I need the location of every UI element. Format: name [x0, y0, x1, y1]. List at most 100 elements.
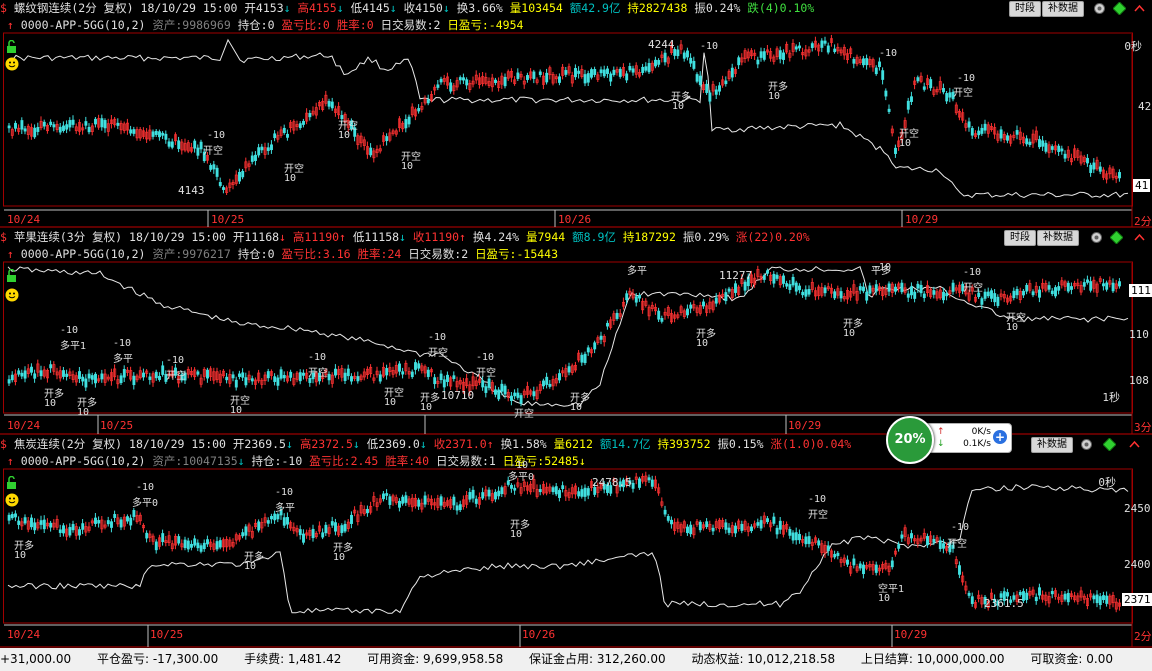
candle	[113, 364, 117, 381]
candle	[1015, 125, 1019, 140]
settings-icon[interactable]	[1090, 231, 1103, 244]
green-diamond-icon[interactable]	[1110, 231, 1123, 244]
candle	[660, 497, 664, 508]
candle	[1047, 591, 1051, 608]
candle	[238, 370, 241, 380]
candle	[193, 535, 197, 548]
win-rate: 胜率:0	[336, 18, 374, 32]
candle	[542, 378, 545, 390]
candle	[1095, 156, 1099, 171]
collapse-icon[interactable]	[1128, 438, 1141, 451]
dollar-icon[interactable]: $	[0, 230, 7, 244]
candle	[974, 600, 977, 610]
candle	[503, 73, 507, 89]
trade-signal-label: 10	[672, 101, 685, 112]
candle	[420, 102, 424, 113]
candle	[1089, 162, 1093, 177]
candle	[190, 540, 193, 551]
candle	[967, 117, 971, 132]
arrow-down-icon: ↓	[283, 1, 291, 15]
candle	[753, 520, 757, 530]
candle	[423, 95, 427, 106]
candle	[135, 373, 139, 383]
lock-icon[interactable]	[5, 40, 18, 53]
candle	[49, 119, 53, 127]
dollar-icon[interactable]: $	[0, 437, 7, 451]
trade-signal-label: -10	[113, 338, 132, 349]
candle	[778, 46, 782, 64]
candle	[647, 474, 651, 483]
dollar-icon[interactable]: $	[0, 1, 7, 15]
candle	[513, 389, 517, 400]
candle	[90, 123, 94, 136]
candle	[823, 285, 827, 297]
period-button[interactable]: 时段	[1004, 230, 1036, 246]
candle	[686, 524, 689, 536]
candle	[1060, 145, 1064, 155]
candle	[996, 294, 1000, 308]
candle	[762, 512, 766, 528]
candle	[945, 91, 949, 104]
candle	[772, 270, 776, 288]
up-arrow-icon: ↑	[0, 18, 14, 32]
candle	[282, 124, 286, 135]
candle	[782, 520, 785, 538]
candle	[676, 518, 680, 533]
candle	[1028, 138, 1032, 148]
candle	[958, 108, 961, 121]
candle	[1108, 164, 1112, 179]
candle	[430, 367, 433, 377]
refill-data-button[interactable]: 补数据	[1037, 230, 1079, 246]
candle	[839, 287, 843, 302]
collapse-icon[interactable]	[1133, 2, 1146, 15]
date-tick: 10/29	[905, 213, 939, 226]
candle	[858, 56, 862, 65]
candle	[228, 369, 232, 388]
candle	[145, 128, 149, 143]
high-mark: 4244	[648, 38, 675, 51]
trade-signal-label: -10	[207, 130, 226, 141]
green-diamond-icon[interactable]	[1113, 2, 1126, 15]
candle	[362, 136, 366, 151]
candle	[622, 63, 625, 78]
candle	[260, 518, 264, 533]
refill-data-button[interactable]: 补数据	[1042, 1, 1084, 17]
candle	[394, 494, 398, 505]
candle	[1102, 278, 1105, 291]
candle	[190, 367, 193, 378]
memory-usage-circle[interactable]: 20%	[886, 416, 934, 464]
candle	[30, 123, 33, 140]
lock-icon[interactable]	[5, 269, 18, 282]
candle	[714, 85, 718, 99]
candle	[1108, 276, 1112, 288]
change: 涨(22)0.20%	[735, 230, 810, 244]
candle	[852, 57, 856, 69]
amount: 额14.7亿	[599, 437, 651, 451]
candle	[202, 539, 206, 552]
candle	[433, 374, 437, 389]
last-price-tag: 111	[1129, 284, 1152, 297]
candle	[23, 126, 27, 135]
candle	[378, 144, 382, 154]
candle	[362, 368, 366, 381]
candle	[209, 539, 213, 551]
arrow-down-icon: ↓	[399, 230, 406, 244]
candle	[910, 529, 913, 543]
settings-icon[interactable]	[1093, 2, 1106, 15]
candle	[906, 534, 910, 546]
lock-icon[interactable]	[5, 476, 18, 489]
candle	[132, 372, 136, 390]
refill-data-button[interactable]: 补数据	[1031, 437, 1073, 453]
period-button[interactable]: 时段	[1009, 1, 1041, 17]
network-speed-widget[interactable]: ↑ 0K/s ↓ 0.1K/s + 20%	[886, 416, 1012, 464]
candle	[826, 282, 830, 291]
settings-icon[interactable]	[1080, 438, 1093, 451]
candle	[804, 533, 808, 548]
pl-ratio: 盈亏比:3.16	[281, 247, 351, 261]
plus-icon[interactable]: +	[993, 430, 1007, 444]
candle	[705, 518, 709, 529]
collapse-icon[interactable]	[1133, 231, 1146, 244]
candle	[695, 305, 699, 317]
green-diamond-icon[interactable]	[1103, 438, 1116, 451]
candle	[542, 72, 545, 90]
